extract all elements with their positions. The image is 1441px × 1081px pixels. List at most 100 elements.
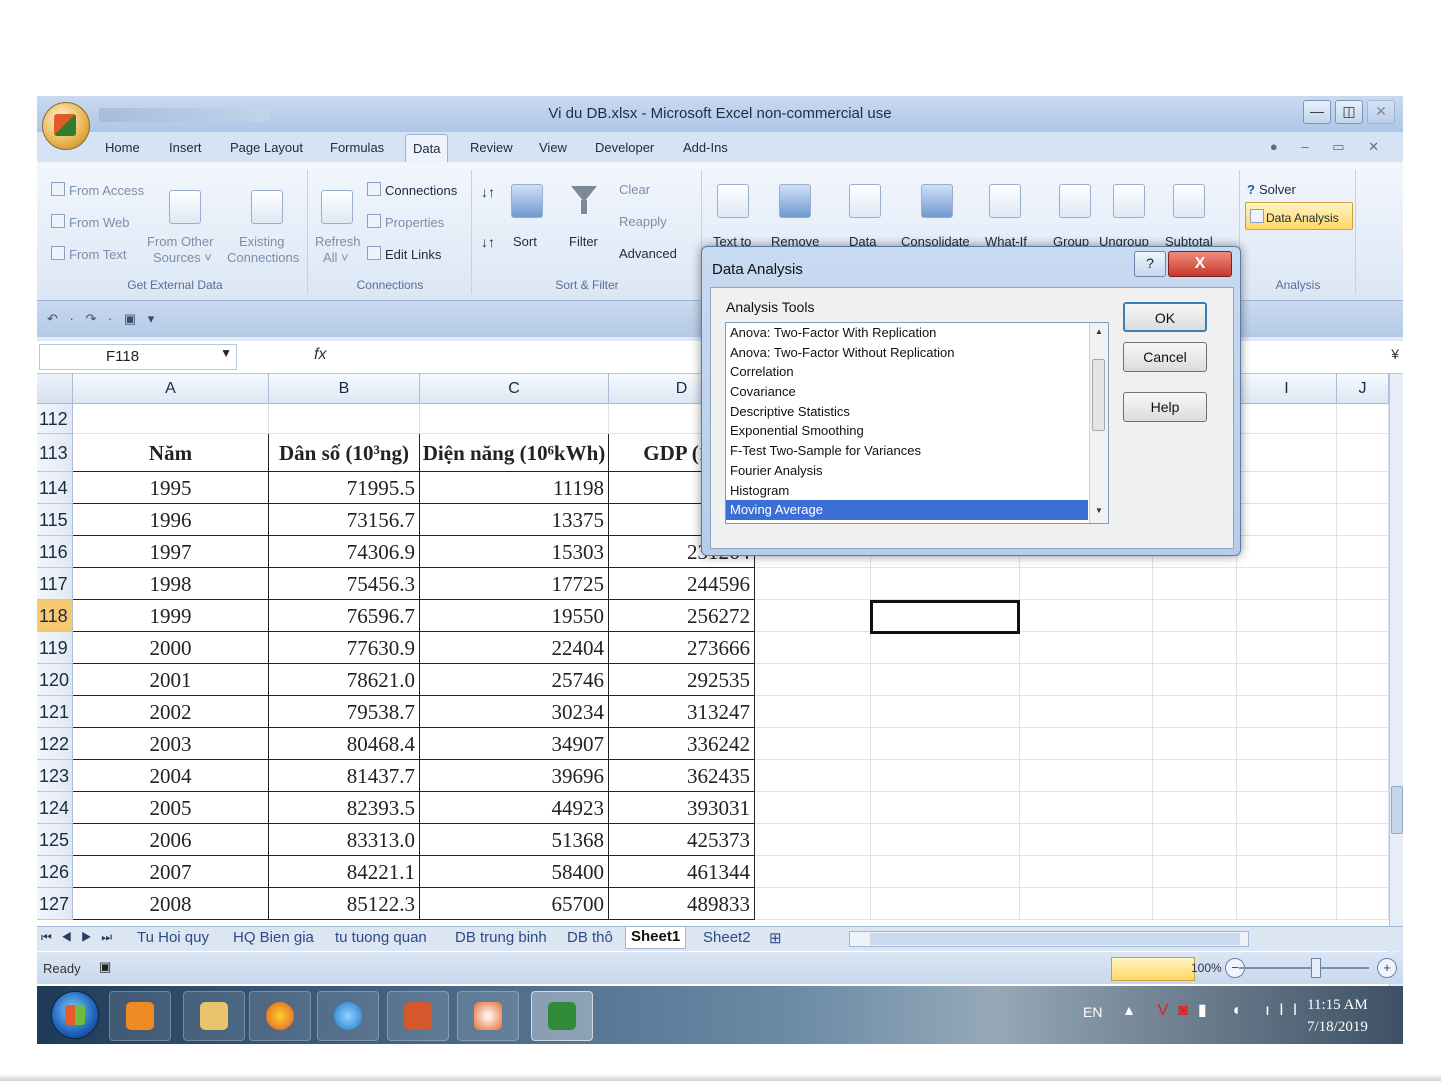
start-button-icon[interactable] [51, 991, 99, 1039]
cell-a123[interactable]: 2004 [73, 760, 269, 792]
cell-d120[interactable]: 292535 [609, 664, 755, 696]
cell-d122[interactable]: 336242 [609, 728, 755, 760]
analysis-tool-item[interactable]: Descriptive Statistics [726, 402, 1108, 422]
tab-developer[interactable]: Developer [595, 140, 654, 155]
edit-links-button[interactable]: Edit Links [367, 246, 441, 262]
cell-b119[interactable]: 77630.9 [269, 632, 420, 664]
cell-c123[interactable]: 39696 [420, 760, 609, 792]
cell-b114[interactable]: 71995.5 [269, 472, 420, 504]
name-box[interactable]: F118 ▼ [39, 344, 237, 370]
zoom-in-icon[interactable]: + [1377, 958, 1397, 978]
empty-cell[interactable] [1237, 856, 1337, 888]
cell-a115[interactable]: 1996 [73, 504, 269, 536]
help-button[interactable]: Help [1123, 392, 1207, 422]
cell-c119[interactable]: 22404 [420, 632, 609, 664]
empty-cell[interactable] [1153, 664, 1237, 696]
empty-cell[interactable] [1337, 728, 1389, 760]
row-header-117[interactable]: 117 [37, 568, 73, 600]
analysis-tools-list[interactable]: Anova: Two-Factor With Replication Anova:… [725, 322, 1109, 524]
cell-b113[interactable]: Dân số (10³ng) [269, 434, 420, 472]
analysis-tool-item[interactable]: Anova: Two-Factor Without Replication [726, 343, 1108, 363]
empty-cell[interactable] [755, 664, 871, 696]
cell-a118[interactable]: 1999 [73, 600, 269, 632]
subtotal-icon[interactable] [1173, 184, 1205, 218]
empty-cell[interactable] [1337, 696, 1389, 728]
cell-b117[interactable]: 75456.3 [269, 568, 420, 600]
empty-cell[interactable] [871, 664, 1020, 696]
empty-cell[interactable] [1237, 664, 1337, 696]
analysis-tool-item[interactable]: Correlation [726, 362, 1108, 382]
tab-insert[interactable]: Insert [169, 140, 202, 155]
empty-cell[interactable] [755, 600, 871, 632]
cell-c114[interactable]: 11198 [420, 472, 609, 504]
sheet-nav-arrows[interactable]: ⏮ ◀ ▶ ⏭ [41, 930, 115, 945]
empty-cell[interactable] [871, 760, 1020, 792]
macro-record-icon[interactable]: ▣ [99, 959, 111, 975]
close-window-button[interactable]: ✕ [1367, 100, 1395, 124]
cell-a127[interactable]: 2008 [73, 888, 269, 920]
restore-button[interactable]: ◫ [1335, 100, 1363, 124]
empty-cell[interactable] [755, 728, 871, 760]
cell-d118[interactable]: 256272 [609, 600, 755, 632]
empty-cell[interactable] [1153, 728, 1237, 760]
empty-cell[interactable] [871, 632, 1020, 664]
empty-cell[interactable] [755, 568, 871, 600]
empty-cell[interactable] [1337, 824, 1389, 856]
cell-b127[interactable]: 85122.3 [269, 888, 420, 920]
empty-cell[interactable] [1237, 404, 1337, 434]
empty-cell[interactable] [1020, 632, 1153, 664]
analysis-tool-item[interactable]: Covariance [726, 382, 1108, 402]
empty-cell[interactable] [1237, 888, 1337, 920]
zoom-slider-knob[interactable] [1311, 958, 1321, 978]
empty-cell[interactable] [871, 824, 1020, 856]
empty-cell[interactable] [1337, 434, 1389, 472]
cell-a124[interactable]: 2005 [73, 792, 269, 824]
cell-b124[interactable]: 82393.5 [269, 792, 420, 824]
tab-home[interactable]: Home [105, 140, 140, 155]
analysis-tool-item[interactable]: Histogram [726, 481, 1108, 501]
cell-c125[interactable]: 51368 [420, 824, 609, 856]
cell-b125[interactable]: 83313.0 [269, 824, 420, 856]
empty-cell[interactable] [755, 824, 871, 856]
empty-cell[interactable] [1337, 536, 1389, 568]
cell-a116[interactable]: 1997 [73, 536, 269, 568]
empty-cell[interactable] [1153, 888, 1237, 920]
cell-c122[interactable]: 34907 [420, 728, 609, 760]
row-header-113[interactable]: 113 [37, 434, 73, 472]
empty-cell[interactable] [1153, 600, 1237, 632]
empty-cell[interactable] [1237, 536, 1337, 568]
cell-b118[interactable]: 76596.7 [269, 600, 420, 632]
expand-formula-bar-icon[interactable]: ¥ [1391, 346, 1399, 362]
row-header-119[interactable]: 119 [37, 632, 73, 664]
select-all-corner[interactable] [37, 374, 73, 404]
refresh-all-icon[interactable] [321, 190, 353, 224]
cell-c124[interactable]: 44923 [420, 792, 609, 824]
cell-d124[interactable]: 393031 [609, 792, 755, 824]
empty-cell[interactable] [1020, 824, 1153, 856]
cell-d126[interactable]: 461344 [609, 856, 755, 888]
scroll-up-icon[interactable]: ▲ [1095, 327, 1103, 336]
qat-buttons[interactable]: ↶ · ↷ · ▣ ▾ [47, 311, 158, 327]
empty-cell[interactable] [1020, 696, 1153, 728]
sheet-tab-sheet2[interactable]: Sheet2 [703, 929, 751, 946]
cell-d121[interactable]: 313247 [609, 696, 755, 728]
empty-cell[interactable] [1237, 632, 1337, 664]
empty-cell[interactable] [1337, 888, 1389, 920]
row-header-124[interactable]: 124 [37, 792, 73, 824]
tab-page-layout[interactable]: Page Layout [230, 140, 303, 155]
sheet-tab-sheet1[interactable]: Sheet1 [625, 927, 687, 949]
taskbar-app-excel[interactable] [531, 991, 593, 1041]
cell-c118[interactable]: 19550 [420, 600, 609, 632]
ribbon-window-controls[interactable]: ● – ▭ ✕ [1270, 139, 1389, 155]
cell-a117[interactable]: 1998 [73, 568, 269, 600]
sheet-tab-tu-hoi-quy[interactable]: Tu Hoi quy [137, 929, 209, 946]
solver-button[interactable]: ? Solver [1247, 182, 1296, 197]
horizontal-scrollbar[interactable] [849, 931, 1249, 947]
view-buttons[interactable] [1111, 957, 1195, 981]
existing-connections-icon[interactable] [251, 190, 283, 224]
tab-formulas[interactable]: Formulas [330, 140, 384, 155]
advanced-button[interactable]: Advanced [619, 246, 677, 261]
taskbar-app-people[interactable] [457, 991, 519, 1041]
sheet-tab-hq-bien-gia[interactable]: HQ Bien gia [233, 929, 314, 946]
active-cell-f118[interactable] [870, 600, 1020, 634]
